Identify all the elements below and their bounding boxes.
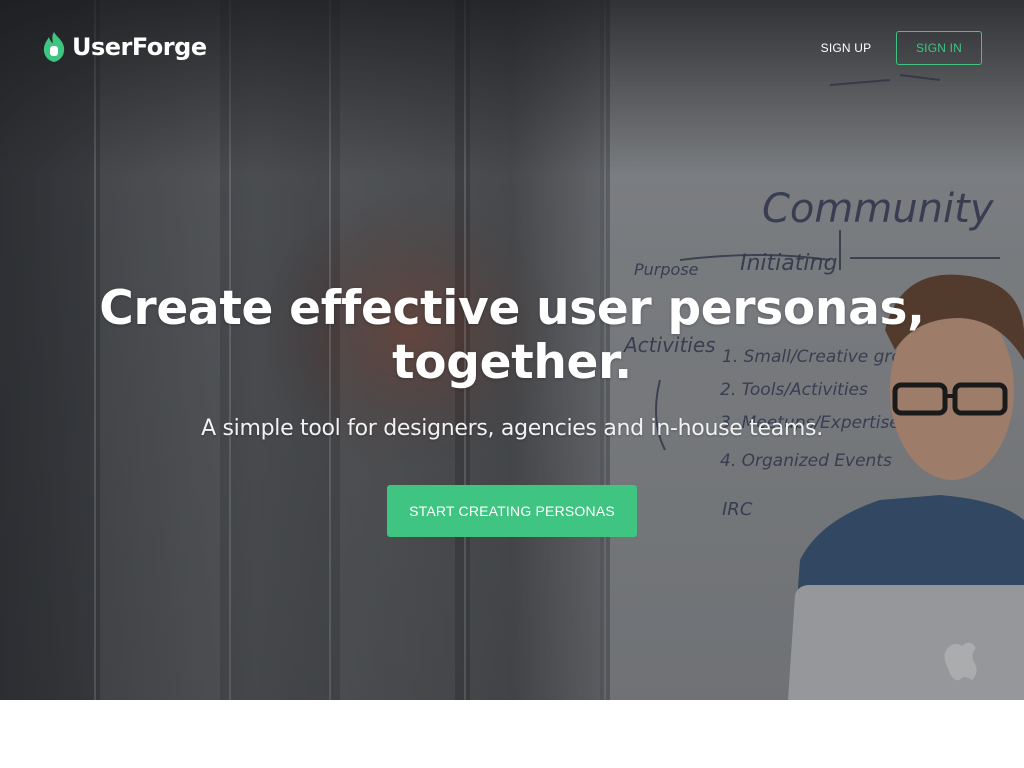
brand-logo[interactable]: UserForge bbox=[41, 30, 207, 64]
flame-icon bbox=[43, 32, 65, 62]
hero-headline: Create effective user personas, together… bbox=[60, 282, 964, 390]
sign-in-button[interactable]: SIGN IN bbox=[896, 31, 982, 65]
content-section bbox=[0, 700, 1024, 768]
start-creating-personas-button[interactable]: START CREATING PERSONAS bbox=[387, 485, 637, 537]
hero-section: Community Initiating Purpose Activities … bbox=[0, 0, 1024, 700]
brand-name: UserForge bbox=[72, 33, 207, 61]
hero-subheadline: A simple tool for designers, agencies an… bbox=[201, 416, 823, 441]
headline-line-2: together. bbox=[392, 335, 632, 390]
sign-up-link[interactable]: SIGN UP bbox=[808, 31, 884, 64]
headline-line-1: Create effective user personas, bbox=[99, 281, 925, 336]
